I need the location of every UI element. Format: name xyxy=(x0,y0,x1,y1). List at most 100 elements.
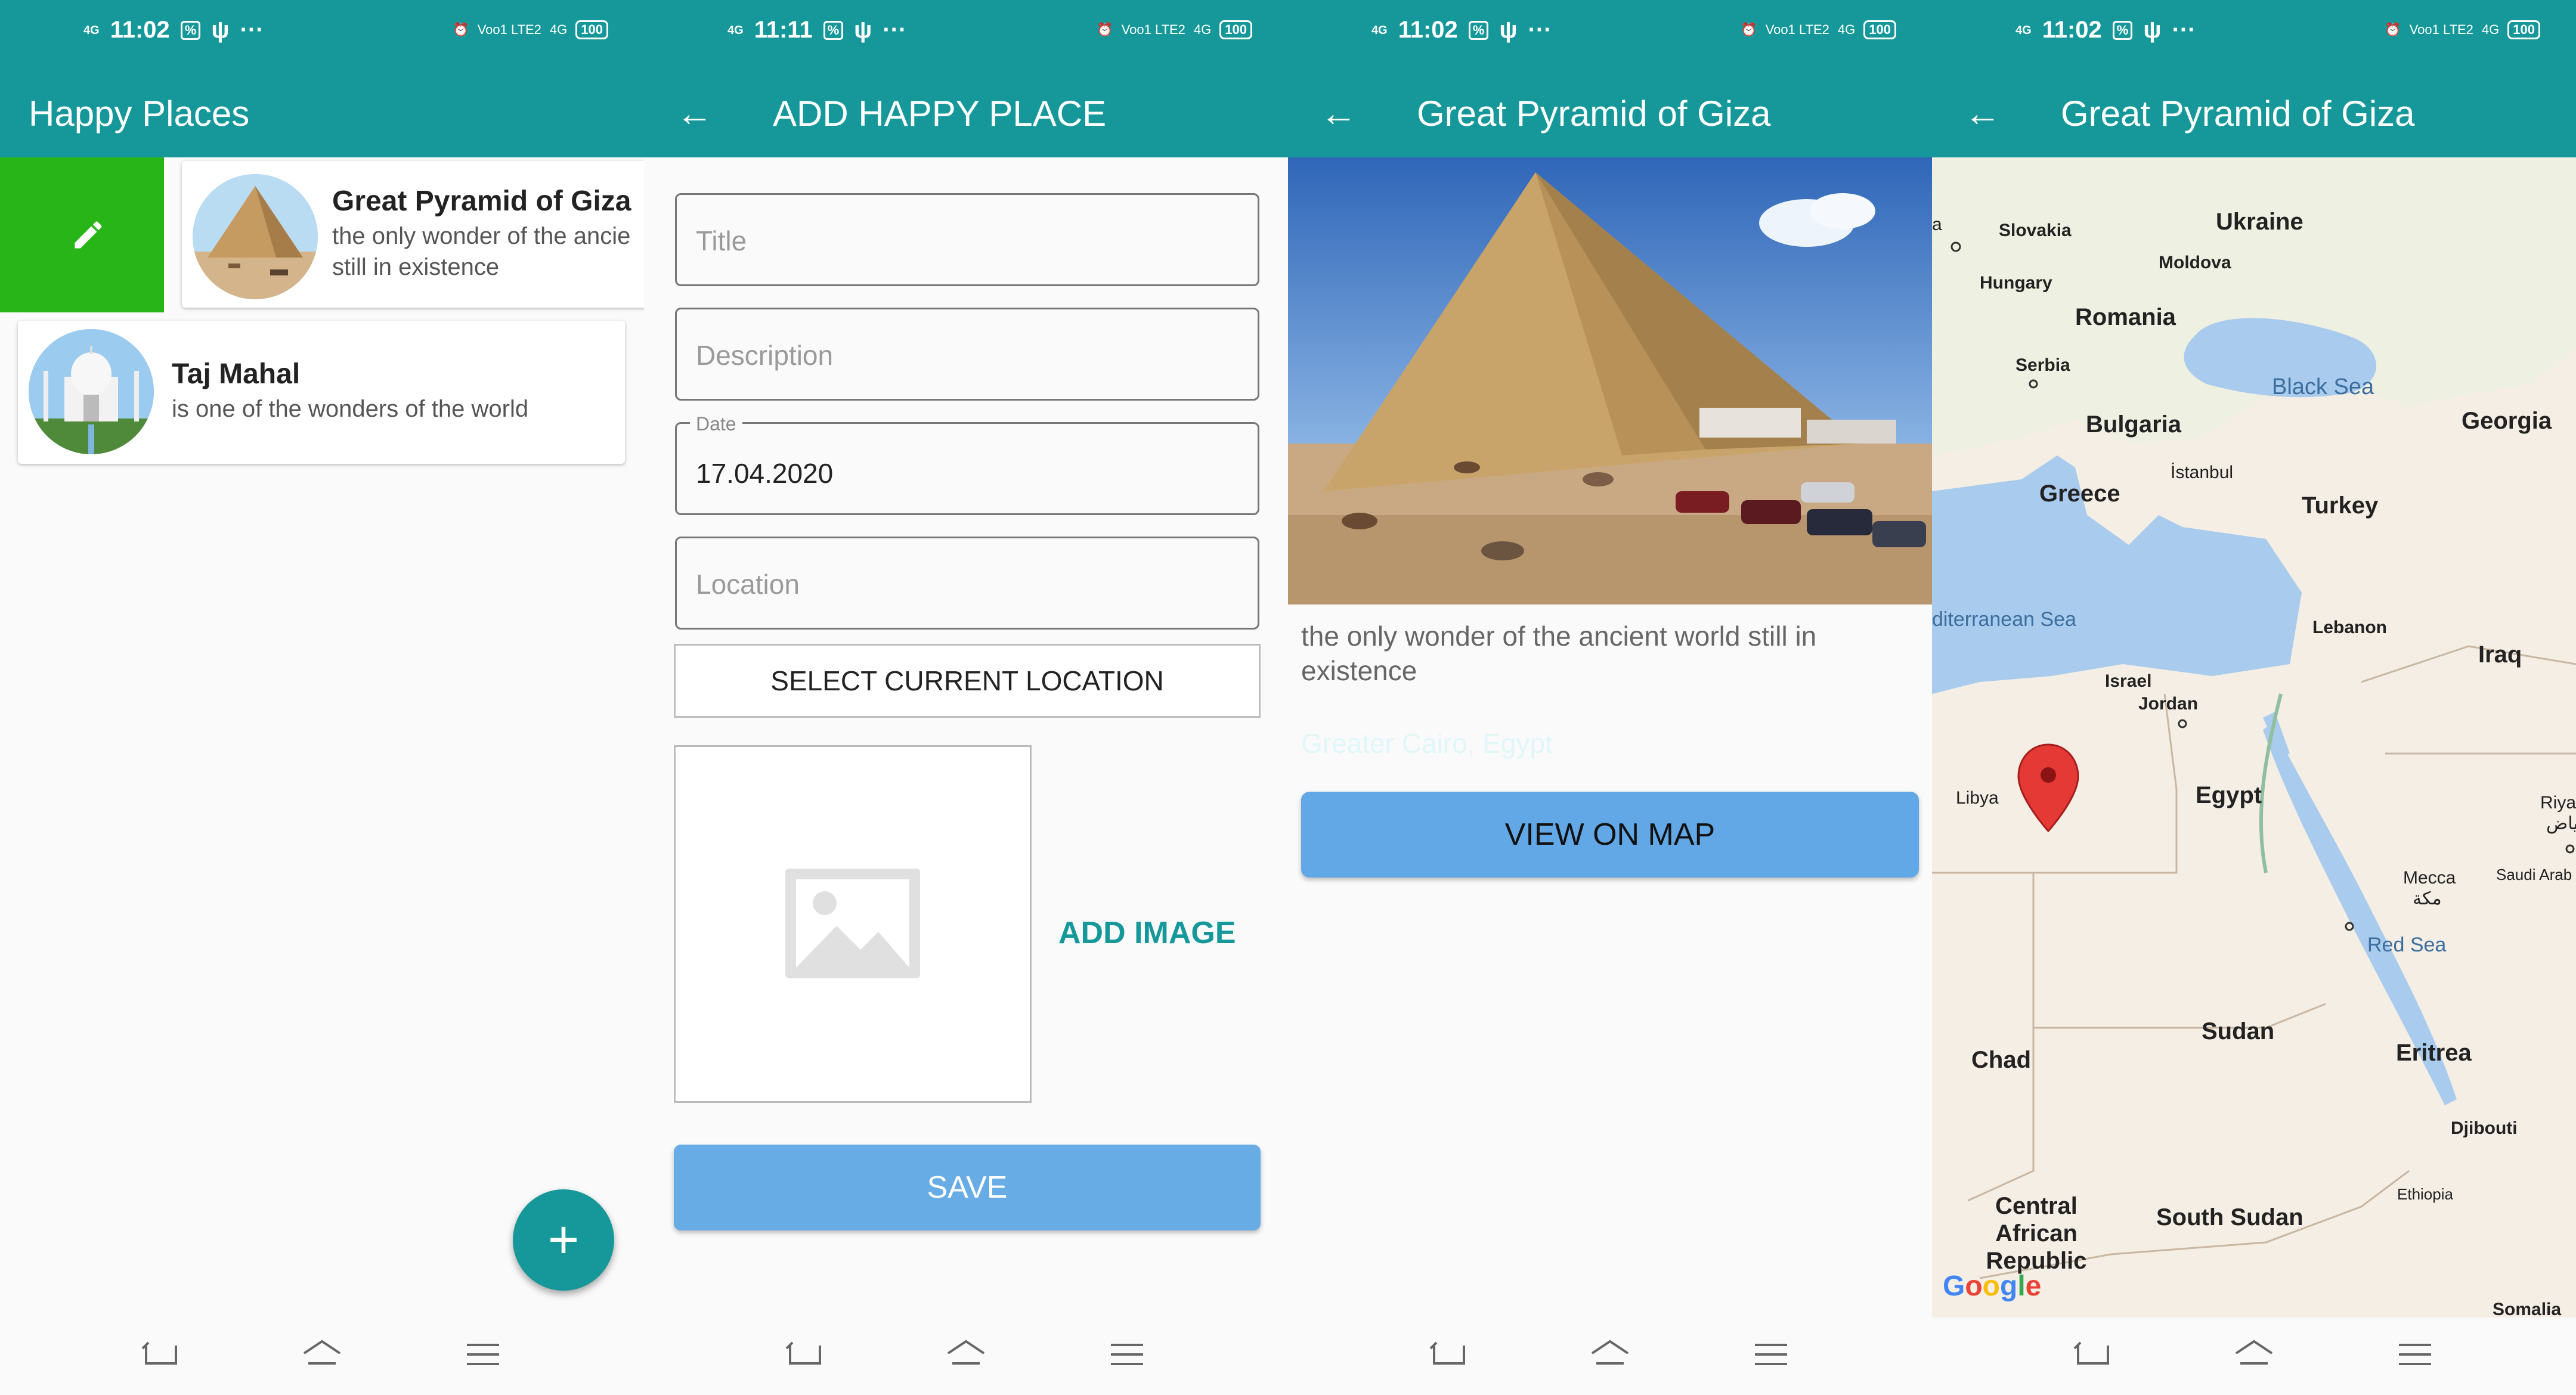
nav-home-icon[interactable] xyxy=(945,1337,987,1372)
status-bar: 4G 11:02 % ψ ··· ⏰ Voo1 LTE2 4G 100 xyxy=(1288,0,1932,72)
nav-back-icon[interactable] xyxy=(2072,1337,2114,1372)
network-indicator: 4G xyxy=(1371,23,1388,37)
app-bar: Happy Places xyxy=(0,72,644,157)
map-label: Ethiopia xyxy=(2397,1185,2453,1203)
view-on-map-button[interactable]: VIEW ON MAP xyxy=(1301,792,1919,878)
signal-text: 4G xyxy=(1837,22,1856,37)
date-field[interactable]: Date 17.04.2020 xyxy=(675,413,1259,515)
place-card-taj-mahal[interactable]: Taj Mahal is one of the wonders of the w… xyxy=(18,321,625,464)
page-title: Great Pyramid of Giza xyxy=(1417,94,1771,134)
title-field[interactable]: Title xyxy=(675,193,1259,286)
status-bar: 4G 11:11 % ψ ··· ⏰ Voo1 LTE2 4G 100 xyxy=(644,0,1288,72)
map-label: Slovakia xyxy=(1999,221,2072,240)
map-label: Black Sea xyxy=(2272,374,2374,399)
map-label: Red Sea xyxy=(2367,934,2447,956)
notification-icon: % xyxy=(180,20,201,40)
signal-text: 4G xyxy=(1193,22,1212,37)
status-left: 4G 11:02 % ψ ··· xyxy=(83,17,264,44)
nav-menu-icon[interactable] xyxy=(2394,1337,2436,1372)
save-button[interactable]: SAVE xyxy=(674,1145,1261,1230)
map-label: Libya xyxy=(1956,788,1999,808)
nav-home-icon[interactable] xyxy=(301,1337,343,1372)
nav-menu-icon[interactable] xyxy=(1750,1337,1792,1372)
back-arrow-icon[interactable]: ← xyxy=(674,93,716,135)
usb-icon: ψ xyxy=(854,17,872,43)
map-label: ياض xyxy=(2546,814,2576,833)
network-indicator: 4G xyxy=(727,23,744,37)
location-placeholder: Location xyxy=(696,569,800,600)
nav-home-icon[interactable] xyxy=(2233,1337,2275,1372)
swipe-edit-action[interactable] xyxy=(0,157,164,312)
image-preview xyxy=(674,745,1032,1103)
status-time: 11:02 xyxy=(110,17,170,43)
location-field[interactable]: Location xyxy=(675,537,1259,630)
status-left: 4G 11:02 % ψ ··· xyxy=(2015,17,2196,44)
screen-place-detail: 4G 11:02 % ψ ··· ⏰ Voo1 LTE2 4G 100 ← Gr… xyxy=(1288,0,1932,1395)
date-label: Date xyxy=(690,413,742,435)
nav-back-icon[interactable] xyxy=(1428,1337,1470,1372)
description-field[interactable]: Description xyxy=(675,308,1259,401)
system-nav-bar xyxy=(0,1318,644,1395)
battery-indicator: 100 xyxy=(1219,20,1252,39)
title-placeholder: Title xyxy=(696,225,747,256)
screen-map: 4G 11:02 % ψ ··· ⏰ Voo1 LTE2 4G 100 ← Gr… xyxy=(1932,0,2576,1395)
map-label: diterranean Sea xyxy=(1932,608,2076,631)
carrier-text: Voo1 LTE2 xyxy=(1121,22,1185,37)
app-bar: ← Great Pyramid of Giza xyxy=(1932,72,2576,157)
add-place-fab[interactable]: + xyxy=(513,1189,614,1291)
map-label: Egypt xyxy=(2196,782,2262,808)
alarm-icon: ⏰ xyxy=(1741,22,1757,37)
nav-menu-icon[interactable] xyxy=(462,1337,504,1372)
plus-icon: + xyxy=(547,1210,580,1270)
usb-icon: ψ xyxy=(1499,17,1518,43)
map-label: a xyxy=(1932,215,1942,234)
status-left: 4G 11:11 % ψ ··· xyxy=(727,17,906,44)
app-bar: ← Great Pyramid of Giza xyxy=(1288,72,1932,157)
place-card-pyramid[interactable]: Great Pyramid of Giza the only wonder of… xyxy=(182,161,644,308)
nav-back-icon[interactable] xyxy=(784,1337,826,1372)
date-value: 17.04.2020 xyxy=(696,458,834,489)
taj-mahal-avatar xyxy=(29,329,154,454)
place-description: is one of the wonders of the world xyxy=(172,396,529,422)
map-label: Djibouti xyxy=(2451,1118,2518,1138)
map-label: Jordan xyxy=(2138,694,2199,714)
alarm-icon: ⏰ xyxy=(453,22,469,37)
google-logo: Google xyxy=(1943,1270,2042,1302)
nav-home-icon[interactable] xyxy=(1589,1337,1631,1372)
map-view[interactable] xyxy=(1932,157,2576,1318)
status-right: ⏰ Voo1 LTE2 4G 100 xyxy=(1097,20,1252,39)
map-label: Riya xyxy=(2540,793,2576,813)
system-nav-bar xyxy=(1288,1318,1932,1395)
status-right: ⏰ Voo1 LTE2 4G 100 xyxy=(1741,20,1896,39)
back-arrow-icon[interactable]: ← xyxy=(1318,93,1360,135)
back-arrow-icon[interactable]: ← xyxy=(1962,93,2004,135)
map-label: Greece xyxy=(2039,480,2120,507)
screen-happy-places-list: 4G 11:02 % ψ ··· ⏰ Voo1 LTE2 4G 100 Happ… xyxy=(0,0,644,1395)
more-icon: ··· xyxy=(883,17,907,43)
status-bar: 4G 11:02 % ψ ··· ⏰ Voo1 LTE2 4G 100 xyxy=(1932,0,2576,72)
select-current-location-button[interactable]: SELECT CURRENT LOCATION xyxy=(674,644,1261,718)
status-left: 4G 11:02 % ψ ··· xyxy=(1371,17,1552,44)
map-label: Hungary xyxy=(1980,273,2052,293)
status-right: ⏰ Voo1 LTE2 4G 100 xyxy=(453,20,608,39)
more-icon: ··· xyxy=(2172,17,2196,43)
taj-mahal-thumbnail xyxy=(29,329,154,454)
map-label: Eritrea xyxy=(2396,1040,2472,1066)
signal-text: 4G xyxy=(549,22,568,37)
place-title: Taj Mahal xyxy=(172,358,301,390)
app-bar: ← ADD HAPPY PLACE xyxy=(644,72,1288,157)
description-placeholder: Description xyxy=(696,340,834,371)
status-time: 11:02 xyxy=(1398,17,1458,43)
map-label: Central African Republic xyxy=(1986,1193,2087,1274)
status-time: 11:02 xyxy=(2042,17,2102,43)
add-image-button[interactable]: ADD IMAGE xyxy=(1058,915,1236,951)
map-label: Chad xyxy=(1971,1047,2031,1073)
nav-back-icon[interactable] xyxy=(140,1337,182,1372)
network-indicator: 4G xyxy=(2015,23,2032,37)
nav-menu-icon[interactable] xyxy=(1106,1337,1148,1372)
place-description: the only wonder of the ancient world sti… xyxy=(1301,621,1817,686)
more-icon: ··· xyxy=(1528,17,1552,43)
battery-indicator: 100 xyxy=(575,20,608,39)
status-bar: 4G 11:02 % ψ ··· ⏰ Voo1 LTE2 4G 100 xyxy=(0,0,644,72)
carrier-text: Voo1 LTE2 xyxy=(2409,22,2473,37)
